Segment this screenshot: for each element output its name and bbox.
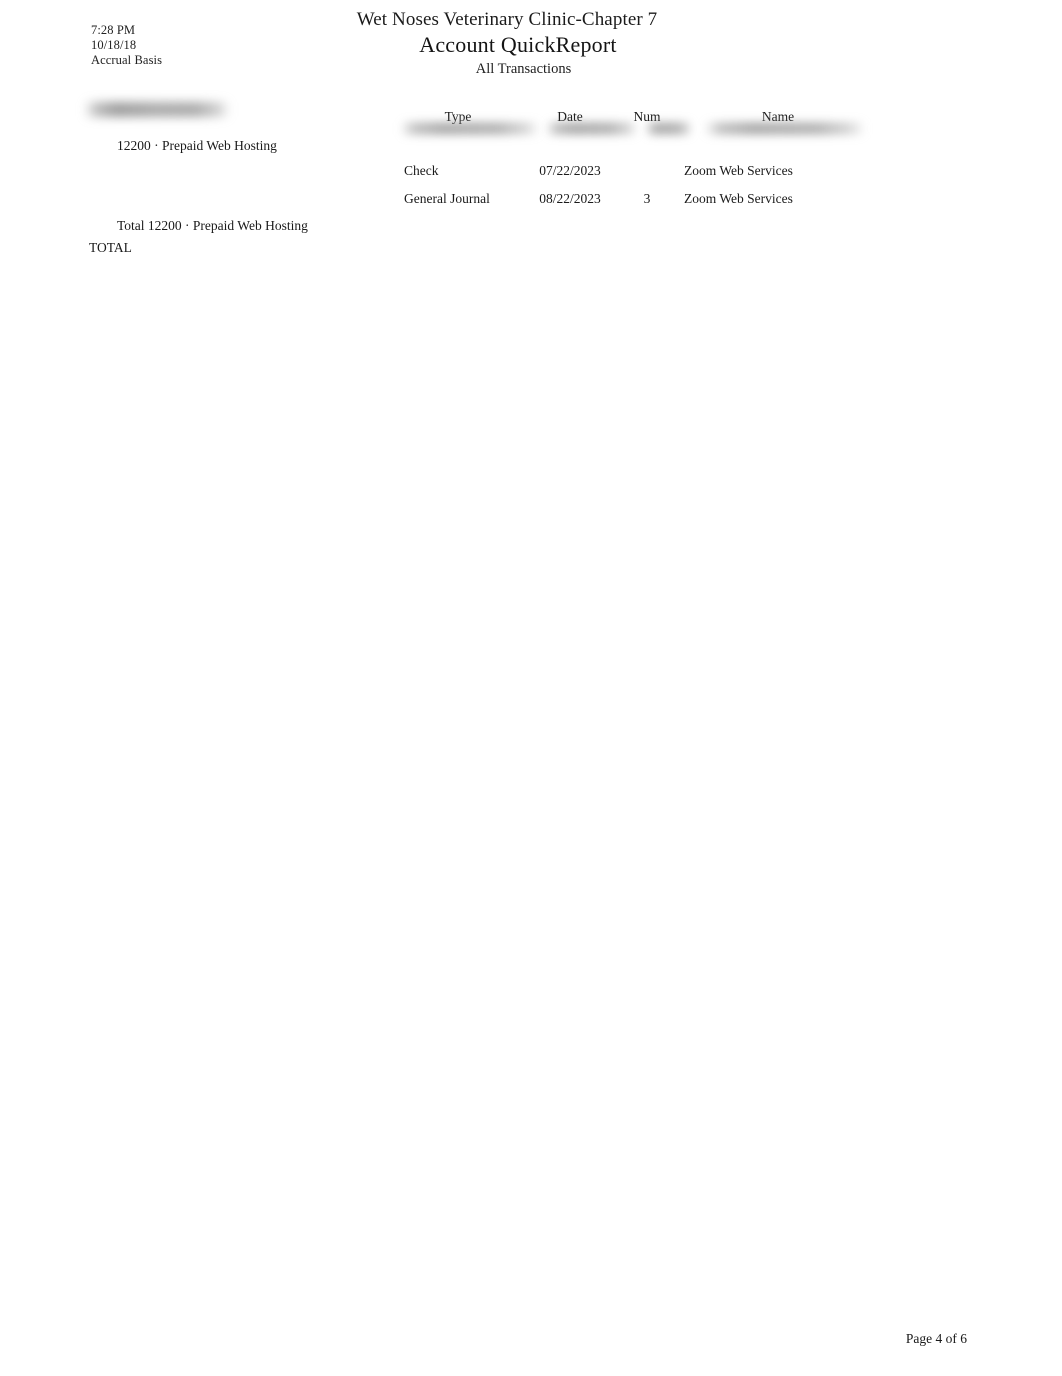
transaction-table-header: Type Date Num Name <box>396 108 876 138</box>
cell-type: Check <box>404 163 439 178</box>
column-header-name: Name <box>761 109 795 124</box>
cell-name: Zoom Web Services <box>684 191 793 206</box>
account-label: 12200 · Prepaid Web Hosting <box>117 138 277 153</box>
cell-name: Zoom Web Services <box>684 163 793 178</box>
cell-type: General Journal <box>404 191 490 206</box>
column-header-type: Type <box>444 109 472 124</box>
column-header-row: Type Date Num Name <box>396 108 876 138</box>
page-footer: Page 4 of 6 <box>905 1331 967 1346</box>
column-header-num: Num <box>633 109 661 124</box>
company-title: Wet Noses Veterinary Clinic-Chapter 7 <box>356 9 658 30</box>
account-total-label: Total 12200 · Prepaid Web Hosting <box>117 218 308 233</box>
table-row: General Journal 08/22/2023 3 Zoom Web Se… <box>396 190 876 218</box>
redacted-section-header <box>84 102 230 117</box>
page-title: Account QuickReport <box>419 32 617 57</box>
report-subtitle: All Transactions <box>475 61 572 77</box>
cell-date: 07/22/2023 <box>539 163 601 178</box>
grand-total-label: TOTAL <box>89 240 132 255</box>
transaction-rows: Check 07/22/2023 Zoom Web Services Gener… <box>396 162 876 218</box>
table-row: Check 07/22/2023 Zoom Web Services <box>396 162 876 190</box>
cell-date: 08/22/2023 <box>539 191 601 206</box>
cell-num: 3 <box>643 191 651 206</box>
column-header-date: Date <box>557 109 583 124</box>
report-page: 7:28 PM 10/18/18 Accrual Basis Wet Noses… <box>0 0 1062 1376</box>
report-title-block: Wet Noses Veterinary Clinic-Chapter 7 Ac… <box>0 8 1062 79</box>
